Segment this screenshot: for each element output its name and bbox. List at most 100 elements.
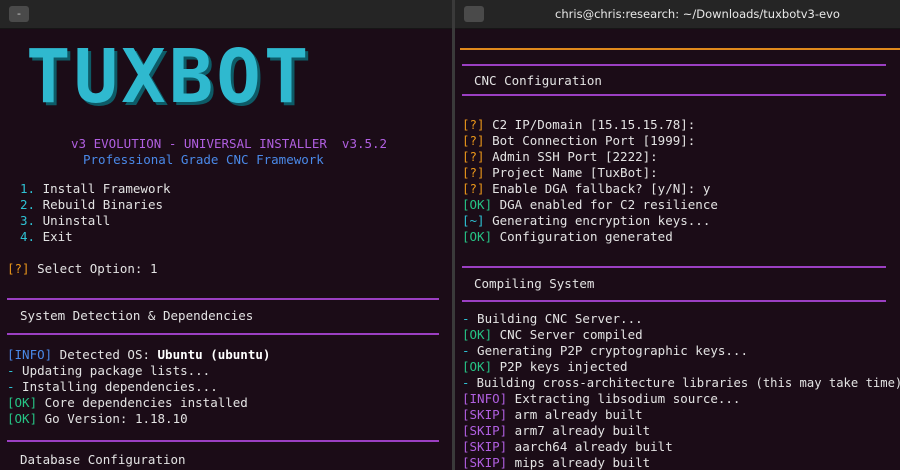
dash-tag: -: [7, 379, 15, 394]
section-divider: [462, 266, 886, 268]
section-divider-orange: [460, 48, 900, 50]
log-line: [OK] Core dependencies installed: [7, 395, 248, 411]
ok-tag: [OK]: [7, 411, 38, 426]
window-menu-button[interactable]: [464, 6, 484, 22]
skip-tag: [SKIP]: [462, 407, 508, 422]
log-line: - Installing dependencies...: [7, 379, 218, 395]
section-heading-database: Database Configuration: [20, 452, 186, 467]
menu-item-rebuild[interactable]: 2. Rebuild Binaries: [20, 197, 163, 213]
skip-tag: [SKIP]: [462, 439, 508, 454]
logo-letter: U: [73, 34, 122, 120]
section-divider: [462, 64, 886, 66]
info-tag: [INFO]: [462, 391, 508, 406]
log-text: arm7 already built: [507, 423, 651, 438]
log-text: C2 IP/Domain [15.15.15.78]:: [484, 117, 696, 132]
log-text: Go Version: 1.18.10: [37, 411, 188, 426]
skip-tag: [SKIP]: [462, 455, 508, 470]
section-divider: [7, 333, 439, 335]
logo-letter: O: [216, 34, 264, 120]
skip-tag: [SKIP]: [462, 423, 508, 438]
log-text: Building cross-architecture libraries (t…: [469, 376, 900, 390]
detected-os-value: Ubuntu (ubuntu): [157, 347, 271, 362]
ok-tag: [OK]: [7, 395, 38, 410]
logo-letter: B: [168, 34, 217, 120]
log-text: DGA enabled for C2 resilience: [492, 197, 718, 212]
dash-tag: -: [462, 343, 470, 358]
ok-tag: [OK]: [462, 359, 493, 374]
log-line: - Building cross-architecture libraries …: [462, 375, 900, 391]
installer-subtitle: v3 EVOLUTION - UNIVERSAL INSTALLER v3.5.…: [71, 136, 388, 151]
log-text: Detected OS:: [52, 347, 158, 362]
section-heading-detection: System Detection & Dependencies: [20, 308, 254, 323]
log-text: Updating package lists...: [14, 363, 211, 378]
log-text: P2P keys injected: [492, 359, 628, 374]
log-line: - Generating P2P cryptographic keys...: [462, 343, 748, 359]
log-line: [?] Project Name [TuxBot]:: [462, 165, 658, 181]
log-line: [OK] Configuration generated: [462, 229, 673, 245]
menu-item-install[interactable]: 1. Install Framework: [20, 181, 171, 197]
log-line: - Updating package lists...: [7, 363, 210, 379]
log-text: Enable DGA fallback? [y/N]: y: [484, 181, 711, 196]
section-heading-cnc: CNC Configuration: [474, 73, 602, 88]
log-line: [INFO] Detected OS: Ubuntu (ubuntu): [7, 347, 270, 363]
log-line: - Building CNC Server...: [462, 311, 643, 327]
menu-label: Uninstall: [42, 213, 111, 228]
logo-letter: T: [26, 34, 74, 120]
info-tag: [INFO]: [7, 347, 53, 362]
question-tag: [?]: [462, 149, 485, 164]
select-option-prompt[interactable]: [?] Select Option: 1: [7, 261, 158, 277]
log-line: [SKIP] arm7 already built: [462, 423, 650, 439]
question-tag: [?]: [462, 181, 485, 196]
menu-number: 3.: [20, 213, 36, 228]
question-tag: [?]: [462, 165, 485, 180]
installer-tagline: Professional Grade CNC Framework: [83, 152, 324, 167]
left-titlebar: -: [0, 0, 452, 29]
menu-label: Exit: [42, 229, 73, 244]
log-line: [OK] DGA enabled for C2 resilience: [462, 197, 718, 213]
log-text: arm already built: [507, 407, 643, 422]
prompt-text: Select Option: 1: [29, 261, 158, 276]
right-titlebar: chris@chris:research: ~/Downloads/tuxbot…: [455, 0, 900, 29]
question-tag: [?]: [462, 117, 485, 132]
left-terminal-output: TUXBOT v3 EVOLUTION - UNIVERSAL INSTALLE…: [0, 28, 452, 470]
log-line: [INFO] Extracting libsodium source...: [462, 391, 740, 407]
question-tag: [?]: [462, 133, 485, 148]
menu-item-exit[interactable]: 4. Exit: [20, 229, 73, 245]
right-terminal-output: CNC Configuration [?] C2 IP/Domain [15.1…: [455, 28, 900, 470]
ok-tag: [OK]: [462, 197, 493, 212]
menu-label: Rebuild Binaries: [42, 197, 164, 212]
logo-letter: T: [263, 34, 312, 120]
log-text: Installing dependencies...: [14, 379, 218, 394]
menu-number: 2.: [20, 197, 36, 212]
log-text: Generating encryption keys...: [484, 213, 711, 228]
log-text: Bot Connection Port [1999]:: [484, 133, 696, 148]
minimize-button[interactable]: -: [9, 6, 29, 22]
log-line: [?] Admin SSH Port [2222]:: [462, 149, 658, 165]
log-text: Building CNC Server...: [469, 311, 643, 326]
progress-tag: [~]: [462, 213, 485, 228]
section-divider: [462, 300, 886, 302]
log-text: Configuration generated: [492, 229, 673, 244]
log-line: [?] C2 IP/Domain [15.15.15.78]:: [462, 117, 695, 133]
section-divider: [7, 440, 439, 442]
menu-label: Install Framework: [42, 181, 171, 196]
logo-letter: X: [121, 34, 169, 120]
log-line: [~] Generating encryption keys...: [462, 213, 710, 229]
menu-item-uninstall[interactable]: 3. Uninstall: [20, 213, 110, 229]
log-text: Extracting libsodium source...: [507, 391, 741, 406]
right-terminal-window[interactable]: chris@chris:research: ~/Downloads/tuxbot…: [455, 0, 900, 470]
prompt-tag: [?]: [7, 261, 30, 276]
log-text: Generating P2P cryptographic keys...: [469, 343, 748, 358]
log-text: Project Name [TuxBot]:: [484, 165, 658, 180]
log-line: [SKIP] mips already built: [462, 455, 650, 470]
log-line: [OK] Go Version: 1.18.10: [7, 411, 188, 427]
log-line: [?] Bot Connection Port [1999]:: [462, 133, 695, 149]
log-text: aarch64 already built: [507, 439, 673, 454]
menu-number: 1.: [20, 181, 36, 196]
log-line: [SKIP] aarch64 already built: [462, 439, 673, 455]
window-title: chris@chris:research: ~/Downloads/tuxbot…: [555, 7, 840, 21]
dash-tag: -: [7, 363, 15, 378]
log-text: CNC Server compiled: [492, 327, 643, 342]
log-text: Core dependencies installed: [37, 395, 248, 410]
left-terminal-window[interactable]: - TUXBOT v3 EVOLUTION - UNIVERSAL INSTAL…: [0, 0, 452, 470]
